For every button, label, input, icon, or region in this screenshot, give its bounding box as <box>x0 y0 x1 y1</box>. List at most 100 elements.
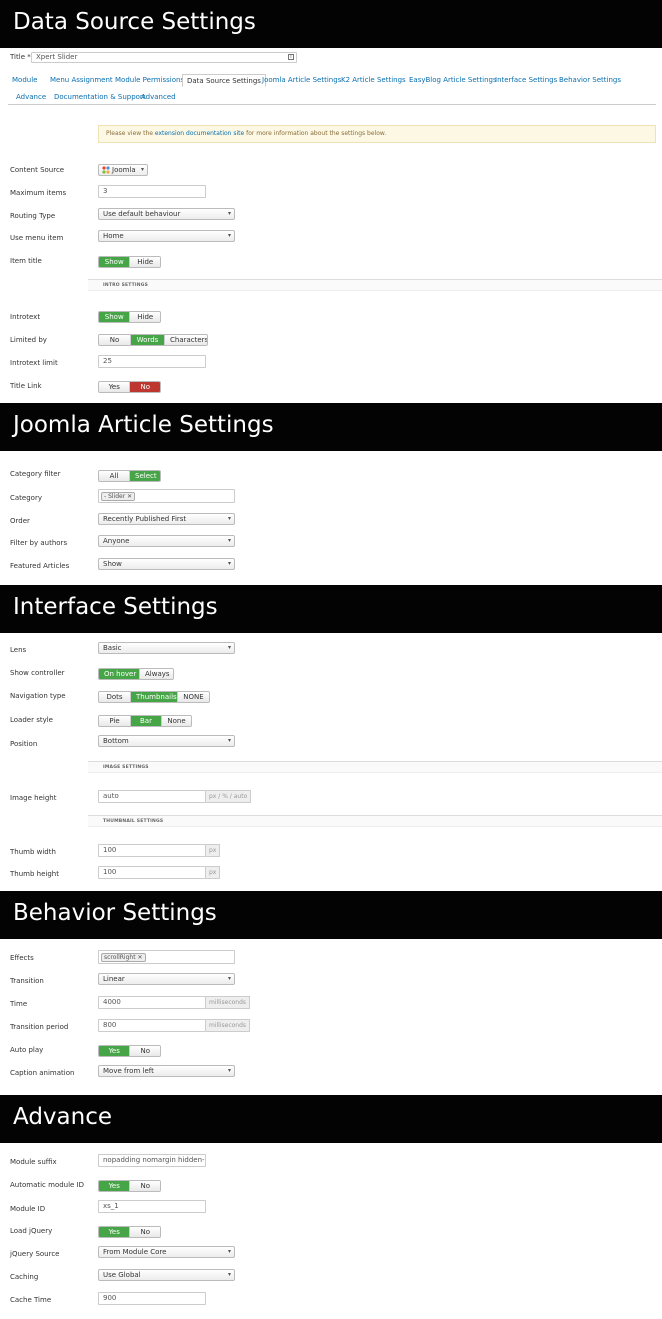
caption-animation-select[interactable]: Move from left ▾ <box>98 1065 235 1077</box>
module-suffix-label: Module suffix <box>10 1158 57 1166</box>
use-menu-item-select[interactable]: Home ▾ <box>98 230 235 242</box>
tab-advance[interactable]: Advance <box>12 91 50 104</box>
caption-animation-label: Caption animation <box>10 1069 75 1077</box>
navigation-type-none[interactable]: NONE <box>177 692 209 702</box>
lens-select[interactable]: Basic ▾ <box>98 642 235 654</box>
navigation-type-toggle: Dots Thumbnails NONE <box>98 691 210 703</box>
tab-k2-article-settings[interactable]: K2 Article Settings <box>337 74 410 87</box>
item-title-show[interactable]: Show <box>99 257 130 267</box>
introtext-show[interactable]: Show <box>99 312 130 322</box>
navigation-type-dots[interactable]: Dots <box>99 692 130 702</box>
maximum-items-input[interactable]: 3 <box>98 185 206 198</box>
tab-divider <box>8 104 656 105</box>
loader-style-bar[interactable]: Bar <box>130 716 161 726</box>
chevron-down-icon: ▾ <box>227 1067 231 1074</box>
auto-play-yes[interactable]: Yes <box>99 1046 130 1056</box>
edit-icon[interactable]: i <box>288 54 294 60</box>
position-select[interactable]: Bottom ▾ <box>98 735 235 747</box>
load-jquery-no[interactable]: No <box>129 1227 160 1237</box>
section-header-data-source: Data Source Settings <box>0 0 662 48</box>
section-header-interface: Interface Settings <box>0 585 662 633</box>
info-alert: Please view the extension documentation … <box>98 125 656 143</box>
automatic-module-id-no[interactable]: No <box>129 1181 160 1191</box>
chevron-down-icon: ▾ <box>227 1248 231 1255</box>
order-select[interactable]: Recently Published First ▾ <box>98 513 235 525</box>
remove-icon[interactable]: ✕ <box>138 954 143 961</box>
loader-style-none[interactable]: None <box>161 716 191 726</box>
loader-style-pie[interactable]: Pie <box>99 716 130 726</box>
routing-type-label: Routing Type <box>10 212 56 220</box>
cache-time-input[interactable]: 900 <box>98 1292 206 1305</box>
limited-by-characters[interactable]: Characters <box>164 335 207 345</box>
item-title-label: Item title <box>10 257 42 265</box>
effects-tag: scrollRight ✕ <box>101 953 146 962</box>
section-header-joomla-article: Joomla Article Settings <box>0 403 662 451</box>
time-input[interactable]: 4000 <box>98 996 206 1009</box>
item-title-hide[interactable]: Hide <box>129 257 160 267</box>
introtext-hide[interactable]: Hide <box>129 312 160 322</box>
auto-play-no[interactable]: No <box>129 1046 160 1056</box>
transition-period-label: Transition period <box>10 1023 69 1031</box>
load-jquery-yes[interactable]: Yes <box>99 1227 130 1237</box>
tab-module-permissions[interactable]: Module Permissions <box>111 74 188 87</box>
tab-advanced[interactable]: Advanced <box>137 91 180 104</box>
transition-select[interactable]: Linear ▾ <box>98 973 235 985</box>
featured-articles-select[interactable]: Show ▾ <box>98 558 235 570</box>
tab-menu-assignment[interactable]: Menu Assignment <box>46 74 117 87</box>
tab-data-source-settings[interactable]: Data Source Settings <box>182 74 266 87</box>
tab-interface-settings[interactable]: Interface Settings <box>491 74 561 87</box>
effects-label: Effects <box>10 954 34 962</box>
show-controller-on-hover[interactable]: On hover <box>99 669 139 679</box>
tab-easyblog-article-settings[interactable]: EasyBlog Article Settings <box>405 74 501 87</box>
title-link-yes[interactable]: Yes <box>99 382 130 392</box>
caching-label: Caching <box>10 1273 39 1281</box>
filter-by-authors-select[interactable]: Anyone ▾ <box>98 535 235 547</box>
use-menu-item-label: Use menu item <box>10 234 64 242</box>
tab-joomla-article-settings[interactable]: Joomla Article Settings <box>258 74 345 87</box>
title-input[interactable]: Xpert Slider i <box>31 52 297 63</box>
remove-icon[interactable]: ✕ <box>127 493 132 500</box>
category-filter-select[interactable]: Select <box>129 471 160 481</box>
image-height-input[interactable]: auto <box>98 790 206 803</box>
category-multiselect[interactable]: - Slider ✕ <box>98 489 235 503</box>
chevron-down-icon: ▾ <box>227 560 231 567</box>
thumb-width-unit: px <box>206 844 221 857</box>
content-source-label: Content Source <box>10 166 65 174</box>
chevron-down-icon: ▾ <box>227 975 231 982</box>
tab-behavior-settings[interactable]: Behavior Settings <box>555 74 625 87</box>
limited-by-toggle: No Words Characters <box>98 334 208 346</box>
module-suffix-input[interactable]: nopadding nomargin hidden-phone <box>98 1154 206 1167</box>
section-header-behavior: Behavior Settings <box>0 891 662 939</box>
jquery-source-select[interactable]: From Module Core ▾ <box>98 1246 235 1258</box>
tab-documentation-support[interactable]: Documentation & Support <box>50 91 150 104</box>
chevron-down-icon: ▾ <box>227 515 231 522</box>
show-controller-always[interactable]: Always <box>139 669 173 679</box>
thumb-height-input[interactable]: 100 <box>98 866 206 879</box>
routing-type-select[interactable]: Use default behaviour ▾ <box>98 208 235 220</box>
transition-period-input[interactable]: 800 <box>98 1019 206 1032</box>
transition-label: Transition <box>10 977 44 985</box>
automatic-module-id-yes[interactable]: Yes <box>99 1181 130 1191</box>
title-link-toggle: Yes No <box>98 381 161 393</box>
chevron-down-icon: ▾ <box>227 644 231 651</box>
filter-by-authors-label: Filter by authors <box>10 539 68 547</box>
time-label: Time <box>10 1000 28 1008</box>
title-link-no[interactable]: No <box>129 382 160 392</box>
thumb-width-input[interactable]: 100 <box>98 844 206 857</box>
limited-by-words[interactable]: Words <box>130 335 164 345</box>
joomla-icon <box>102 166 110 174</box>
navigation-type-label: Navigation type <box>10 692 66 700</box>
navigation-type-thumbnails[interactable]: Thumbnails <box>130 692 177 702</box>
module-id-input[interactable]: xs_1 <box>98 1200 206 1213</box>
effects-multiselect[interactable]: scrollRight ✕ <box>98 950 235 964</box>
thumb-height-label: Thumb height <box>10 870 59 878</box>
automatic-module-id-toggle: Yes No <box>98 1180 161 1192</box>
limited-by-no[interactable]: No <box>99 335 130 345</box>
tab-module[interactable]: Module <box>8 74 41 87</box>
caching-select[interactable]: Use Global ▾ <box>98 1269 235 1281</box>
category-filter-all[interactable]: All <box>99 471 129 481</box>
introtext-limit-input[interactable]: 25 <box>98 355 206 368</box>
documentation-link[interactable]: extension documentation site <box>155 130 244 137</box>
content-source-select[interactable]: Joomla ▾ <box>98 164 148 176</box>
chevron-down-icon: ▾ <box>140 166 144 173</box>
